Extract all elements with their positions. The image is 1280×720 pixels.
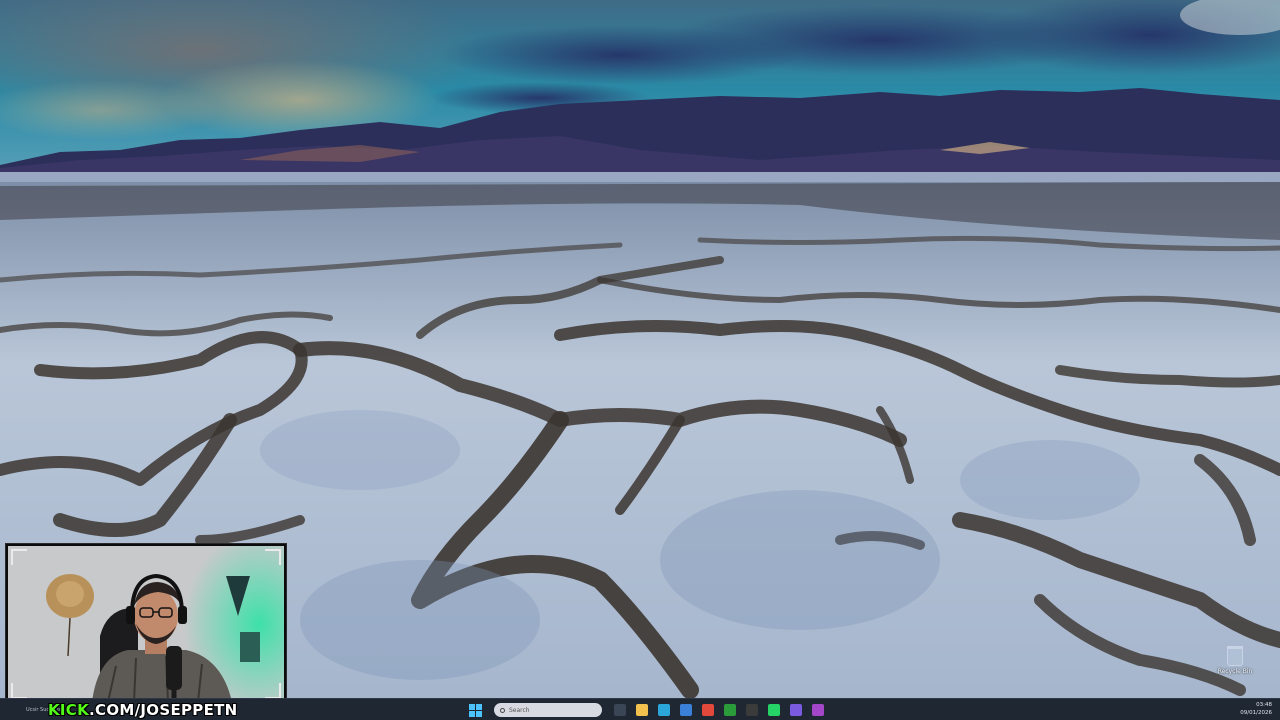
recycle-bin-icon <box>1227 646 1243 666</box>
task-view-icon[interactable] <box>614 704 626 716</box>
app-icon[interactable] <box>812 704 824 716</box>
recycle-bin-shortcut[interactable]: Recycle Bin <box>1212 646 1258 686</box>
recycle-bin-label: Recycle Bin <box>1217 668 1253 675</box>
taskbar-search-box[interactable]: Search <box>494 703 602 717</box>
channel-suffix: .COM/JOSEPPETN <box>89 701 238 719</box>
whatsapp-icon[interactable] <box>768 704 780 716</box>
chrome-icon[interactable] <box>702 704 714 716</box>
system-clock[interactable]: 03:48 09/01/2026 <box>1240 701 1272 717</box>
windows-logo-icon <box>475 710 482 717</box>
app-icon[interactable] <box>790 704 802 716</box>
frame-corner <box>11 549 27 565</box>
windows-logo-icon <box>468 703 475 710</box>
webcam-overlay <box>5 543 287 705</box>
pinned-apps <box>614 704 824 716</box>
frame-corner <box>11 683 27 699</box>
webcam-feed-image <box>8 546 284 702</box>
windows-logo-icon <box>475 703 482 710</box>
channel-url-banner: KICK.COM/JOSEPPETN <box>48 700 238 720</box>
taskbar-center: Search <box>468 701 824 719</box>
start-button[interactable] <box>468 703 482 717</box>
obs-icon[interactable] <box>746 704 758 716</box>
frame-corner <box>265 683 281 699</box>
channel-prefix: KICK <box>48 701 90 719</box>
search-icon <box>500 707 505 713</box>
folder-icon[interactable] <box>636 704 648 716</box>
clock-date: 09/01/2026 <box>1240 710 1272 716</box>
clock-time: 03:48 <box>1256 702 1272 708</box>
windows-logo-icon <box>468 710 475 717</box>
store-icon[interactable] <box>680 704 692 716</box>
edge-icon[interactable] <box>658 704 670 716</box>
search-placeholder: Search <box>509 706 530 714</box>
xbox-icon[interactable] <box>724 704 736 716</box>
frame-corner <box>265 549 281 565</box>
